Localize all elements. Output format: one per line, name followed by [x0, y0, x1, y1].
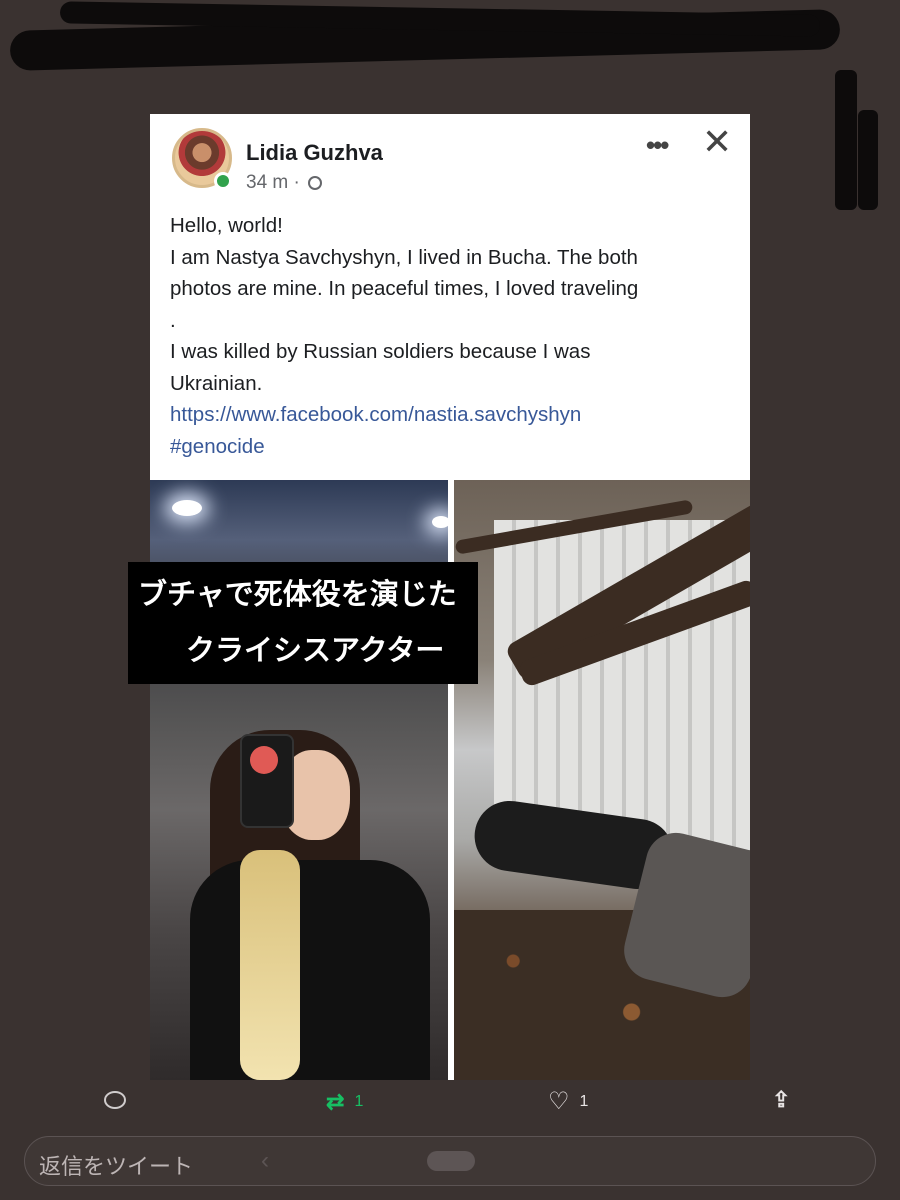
home-indicator	[427, 1151, 475, 1171]
ceiling-light	[172, 500, 202, 516]
retweet-count: 1	[354, 1093, 364, 1110]
post-text: Hello, world! I am Nastya Savchyshyn, I …	[170, 210, 740, 462]
like-count: 1	[579, 1092, 589, 1110]
post-time: 34 m ·	[246, 172, 300, 193]
post-line: I am Nastya Savchyshyn, I lived in Bucha…	[170, 245, 638, 269]
person-body	[190, 860, 430, 1080]
retweet-icon: ⇄	[326, 1089, 345, 1114]
like-icon: ♡	[548, 1088, 570, 1115]
caption-line-2: クライシスアクター	[186, 635, 445, 667]
post-hashtag: #genocide	[170, 434, 265, 458]
share-button[interactable]: ⇪	[772, 1087, 790, 1113]
online-dot	[214, 172, 232, 190]
person-blonde-hair	[240, 850, 300, 1080]
caption-line-1: ブチャで死体役を演じた	[138, 579, 457, 611]
photo-scene	[454, 480, 750, 1080]
retweet-button[interactable]: ⇄ 1	[326, 1089, 363, 1115]
post-line: .	[170, 308, 176, 332]
chevron-left-icon: ‹	[261, 1147, 269, 1174]
phone-sticker	[250, 746, 278, 774]
post-line: I was killed by Russian soldiers because…	[170, 340, 591, 363]
post-author: Lidia Guzhva	[246, 140, 383, 165]
ceiling-light	[432, 516, 448, 528]
reply-button[interactable]	[104, 1091, 126, 1109]
more-icon: •••	[646, 130, 669, 160]
reply-input[interactable]: 返信をツイート ‹	[24, 1136, 876, 1186]
reply-icon	[104, 1091, 126, 1109]
overlay-caption: ブチャで死体役を演じた クライシスアクター	[128, 562, 478, 684]
post-link: https://www.facebook.com/nastia.savchysh…	[170, 403, 582, 426]
like-button[interactable]: ♡ 1	[548, 1087, 588, 1116]
post-line: photos are mine. In peaceful times, I lo…	[170, 277, 639, 300]
globe-icon	[307, 176, 322, 190]
post-line: Ukrainian.	[170, 371, 263, 395]
share-icon: ⇪	[772, 1087, 791, 1112]
close-icon: ✕	[702, 121, 733, 162]
phone	[240, 734, 294, 828]
post-line: Hello, world!	[170, 214, 283, 237]
reply-placeholder: 返信をツイート	[39, 1154, 194, 1179]
tweet-actions: ⇄ 1 ♡ 1 ⇪	[0, 1085, 900, 1121]
redaction-scribble	[835, 70, 857, 210]
post-meta: 34 m ·	[246, 172, 322, 194]
redaction-scribble	[858, 110, 878, 210]
